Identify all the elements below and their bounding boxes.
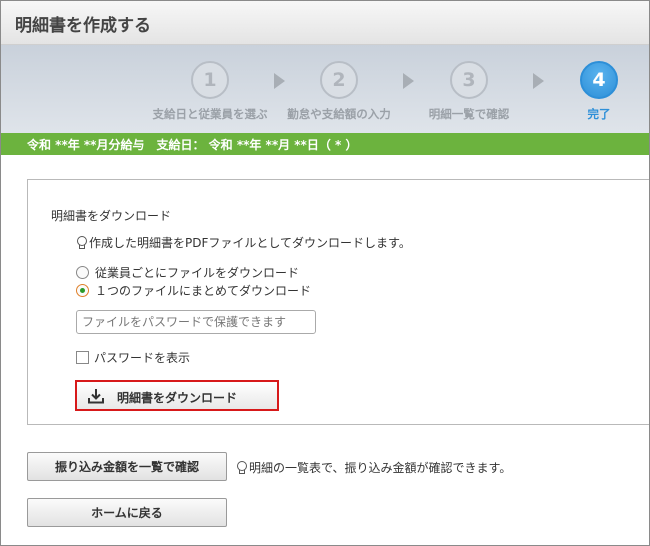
step-number: 4 bbox=[580, 61, 618, 99]
show-password-checkbox[interactable] bbox=[76, 351, 89, 364]
transfer-hint-text: 明細の一覧表で、振り込み金額が確認できます。 bbox=[249, 461, 512, 475]
step-4-current: 4 完了 bbox=[534, 61, 649, 122]
radio-label: 従業員ごとにファイルをダウンロード bbox=[95, 266, 300, 280]
page-title: 明細書を作成する bbox=[15, 16, 151, 36]
radio-label: １つのファイルにまとめてダウンロード bbox=[95, 284, 312, 298]
home-button[interactable]: ホームに戻る bbox=[27, 498, 227, 527]
password-input[interactable] bbox=[76, 310, 316, 334]
show-password-checkbox-row[interactable]: パスワードを表示 bbox=[76, 349, 190, 366]
radio-option-single-file[interactable]: １つのファイルにまとめてダウンロード bbox=[76, 282, 311, 299]
step-label: 支給日と従業員を選ぶ bbox=[152, 107, 268, 121]
download-panel: 明細書をダウンロード 作成した明細書をPDFファイルとしてダウンロードします。 … bbox=[27, 179, 649, 425]
radio-option-per-employee[interactable]: 従業員ごとにファイルをダウンロード bbox=[76, 264, 299, 281]
step-progress: 1 支給日と従業員を選ぶ 2 勤怠や支給額の入力 3 明細一覧で確認 4 完了 bbox=[1, 45, 649, 133]
step-number: 3 bbox=[450, 61, 488, 99]
lightbulb-icon bbox=[76, 236, 87, 249]
radio-button[interactable] bbox=[76, 266, 89, 279]
step-label: 完了 bbox=[587, 107, 611, 121]
download-hint-text: 作成した明細書をPDFファイルとしてダウンロードします。 bbox=[89, 236, 411, 250]
lightbulb-icon bbox=[236, 461, 247, 474]
title-bar: 明細書を作成する bbox=[1, 1, 649, 45]
download-button-label: 明細書をダウンロード bbox=[117, 391, 238, 405]
show-password-label: パスワードを表示 bbox=[94, 351, 191, 365]
download-hint: 作成した明細書をPDFファイルとしてダウンロードします。 bbox=[76, 234, 411, 251]
step-2: 2 勤怠や支給額の入力 bbox=[274, 61, 404, 122]
check-transfer-amounts-button[interactable]: 振り込み金額を一覧で確認 bbox=[27, 452, 227, 481]
step-3: 3 明細一覧で確認 bbox=[404, 61, 534, 122]
download-heading: 明細書をダウンロード bbox=[51, 209, 172, 223]
step-label: 明細一覧で確認 bbox=[428, 107, 510, 121]
step-1: 1 支給日と従業員を選ぶ bbox=[145, 61, 275, 122]
transfer-hint: 明細の一覧表で、振り込み金額が確認できます。 bbox=[236, 459, 511, 476]
payroll-info-bar: 令和 **年 **月分給与 支給日： 令和 **年 **月 **日（ * ） bbox=[1, 133, 649, 155]
step-label: 勤怠や支給額の入力 bbox=[287, 107, 391, 121]
step-number: 2 bbox=[320, 61, 358, 99]
app-window: 明細書を作成する 1 支給日と従業員を選ぶ 2 勤怠や支給額の入力 3 明細一覧… bbox=[0, 0, 650, 546]
download-statements-button[interactable]: 明細書をダウンロード bbox=[75, 380, 279, 411]
payroll-info-text: 令和 **年 **月分給与 支給日： 令和 **年 **月 **日（ * ） bbox=[27, 138, 358, 152]
radio-button-selected[interactable] bbox=[76, 284, 89, 297]
download-icon bbox=[88, 389, 104, 404]
step-number: 1 bbox=[191, 61, 229, 99]
